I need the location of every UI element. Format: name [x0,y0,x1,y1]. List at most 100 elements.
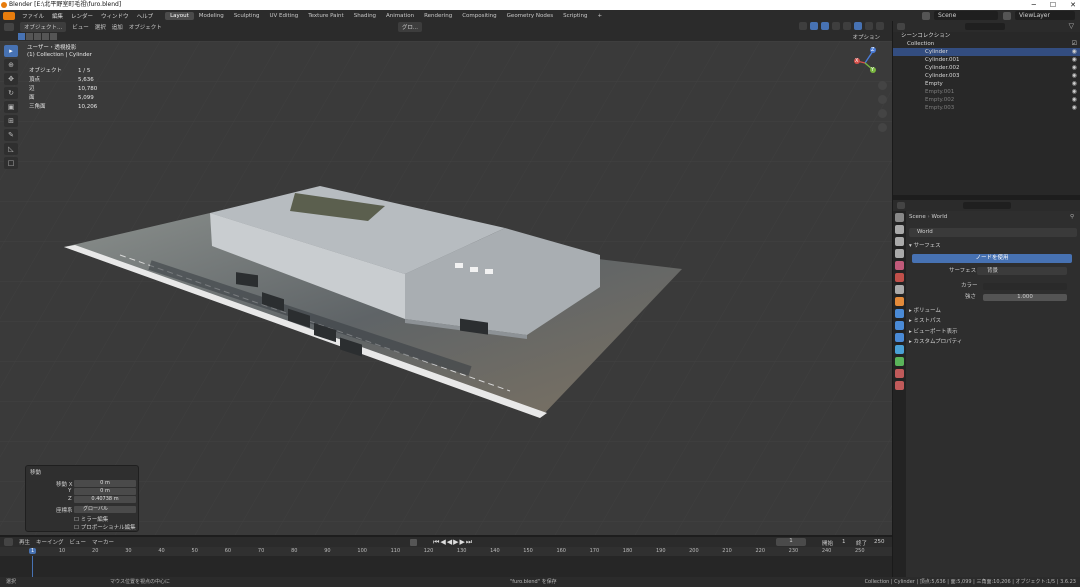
material-tab-icon[interactable] [895,369,904,378]
use-nodes-button[interactable]: ノードを使用 [912,254,1072,263]
mode-dropdown[interactable]: オブジェクト... [20,21,67,32]
timeline-menu-playback[interactable]: 再生 [19,538,30,546]
tab-sculpting[interactable]: Sculpting [229,12,265,20]
transform-tool-icon[interactable]: ⊞ [4,115,18,127]
grid-perspective-icon[interactable] [878,123,887,132]
scene-tab-icon[interactable] [895,261,904,270]
end-field[interactable]: 250 [874,539,885,545]
timeline-track-area[interactable] [0,556,892,577]
gizmo-toggle-icon[interactable] [810,22,818,30]
menu-help[interactable]: ヘルプ [133,12,158,20]
last-operator-title[interactable]: 移動 [30,468,41,476]
outliner-item-empty-001[interactable]: Empty.001 [893,88,1080,96]
select-subtract-icon[interactable] [34,33,41,40]
solid-shading-icon[interactable] [854,22,862,30]
particles-tab-icon[interactable] [895,321,904,330]
outliner-item-empty-003[interactable]: Empty.003 [893,104,1080,112]
collection-tab-icon[interactable] [895,285,904,294]
object-tab-icon[interactable] [895,297,904,306]
outliner-item-cylinder-001[interactable]: Cylinder.001 [893,56,1080,64]
minimize-button[interactable]: ─ [1032,0,1036,10]
properties-editor-icon[interactable] [897,202,905,209]
maximize-button[interactable]: ☐ [1050,0,1056,10]
menu-file[interactable]: ファイル [18,12,48,20]
camera-view-icon[interactable] [878,109,887,118]
outliner-item-cylinder-003[interactable]: Cylinder.003 [893,72,1080,80]
texture-tab-icon[interactable] [895,381,904,390]
scene-selector[interactable]: Scene [922,11,998,20]
modifier-tab-icon[interactable] [895,309,904,318]
timeline-editor-icon[interactable] [4,538,13,546]
tab-rendering[interactable]: Rendering [419,12,457,20]
measure-tool-icon[interactable]: ◺ [4,143,18,155]
tab-shading[interactable]: Shading [349,12,381,20]
view-layer-tab-icon[interactable] [895,249,904,258]
move-tool-icon[interactable]: ✥ [4,73,18,85]
zoom-icon[interactable] [878,81,887,90]
playhead[interactable] [32,556,33,577]
menu-object[interactable]: オブジェクト [129,23,162,31]
outliner-editor-icon[interactable] [897,23,905,30]
select-new-icon[interactable] [18,33,25,40]
filter-icon[interactable]: ▽ [1069,22,1074,30]
add-workspace-button[interactable]: + [593,12,608,20]
select-box-tool-icon[interactable]: ▸ [4,45,18,57]
move-z-field[interactable]: 0.40738 m [74,496,136,503]
mist-section-header[interactable]: ▸ ミストパス [909,317,1077,326]
options-dropdown[interactable]: オプション [852,33,880,41]
pin-icon[interactable]: ⚲ [1070,213,1074,222]
output-tab-icon[interactable] [895,237,904,246]
current-frame-field[interactable]: 1 [776,538,806,546]
cursor-tool-icon[interactable]: ⊕ [4,59,18,71]
outliner-item-empty[interactable]: Empty [893,80,1080,88]
xray-icon[interactable] [832,22,840,30]
rendered-shading-icon[interactable] [876,22,884,30]
tab-scripting[interactable]: Scripting [558,12,592,20]
outliner-search-input[interactable] [965,23,1005,30]
world-datablock[interactable]: World [909,228,1077,237]
scene-name[interactable]: Scene [934,11,998,20]
timeline-ruler[interactable]: 1 10 20 30 40 50 60 70 80 90 100 110 120 130 140 150 160… [0,547,892,556]
rotate-tool-icon[interactable]: ↻ [4,87,18,99]
menu-view[interactable]: ビュー [72,23,89,31]
playback-controls[interactable]: ⏮◀◀▶▶⏭ [433,538,473,547]
3d-viewport[interactable] [0,41,892,535]
close-button[interactable]: ✕ [1070,0,1076,10]
select-invert-icon[interactable] [42,33,49,40]
world-tab-icon[interactable] [895,273,904,282]
visibility-icon[interactable] [799,22,807,30]
outliner-item-empty-002[interactable]: Empty.002 [893,96,1080,104]
tab-compositing[interactable]: Compositing [457,12,501,20]
scale-tool-icon[interactable]: ▣ [4,101,18,113]
editor-type-icon[interactable] [4,22,14,31]
constraints-tab-icon[interactable] [895,345,904,354]
visibility-column[interactable]: ☑ ◉ ◉ ◉ ◉ ◉ ◉ ◉ ◉ [1072,40,1077,112]
physics-tab-icon[interactable] [895,333,904,342]
surface-dropdown[interactable]: 背景 [977,267,1067,275]
proportional-edit-checkbox[interactable]: ☐ プロポーショナル編集 [74,523,136,531]
custom-properties-section-header[interactable]: ▸ カスタムプロパティ [909,338,1077,347]
scene-collection-row[interactable]: シーンコレクション [893,32,1080,40]
move-x-field[interactable]: 0 m [74,480,136,487]
menu-add[interactable]: 追加 [112,23,123,31]
menu-edit[interactable]: 編集 [48,12,67,20]
timeline-menu-keying[interactable]: キーイング [36,538,64,546]
tab-animation[interactable]: Animation [381,12,419,20]
pan-hand-icon[interactable] [878,95,887,104]
mirror-edit-checkbox[interactable]: ☐ ミラー編集 [74,515,108,523]
timeline-menu-view[interactable]: ビュー [70,538,87,546]
world-name-field[interactable]: World [917,229,933,235]
select-extend-icon[interactable] [26,33,33,40]
transform-orientation-dropdown[interactable]: グロ... [397,21,423,32]
tab-layout[interactable]: Layout [165,11,194,20]
orientation-dropdown[interactable]: グローバル [74,506,136,513]
breadcrumb-scene[interactable]: Scene [909,214,926,220]
move-y-field[interactable]: 0 m [74,488,136,495]
render-tab-icon[interactable] [895,225,904,234]
record-icon[interactable] [410,538,418,546]
viewlayer-name[interactable]: ViewLayer [1015,11,1075,20]
annotate-tool-icon[interactable]: ✎ [4,129,18,141]
overlay-toggle-icon[interactable] [821,22,829,30]
volume-section-header[interactable]: ▸ ボリューム [909,307,1077,316]
wireframe-shading-icon[interactable] [843,22,851,30]
